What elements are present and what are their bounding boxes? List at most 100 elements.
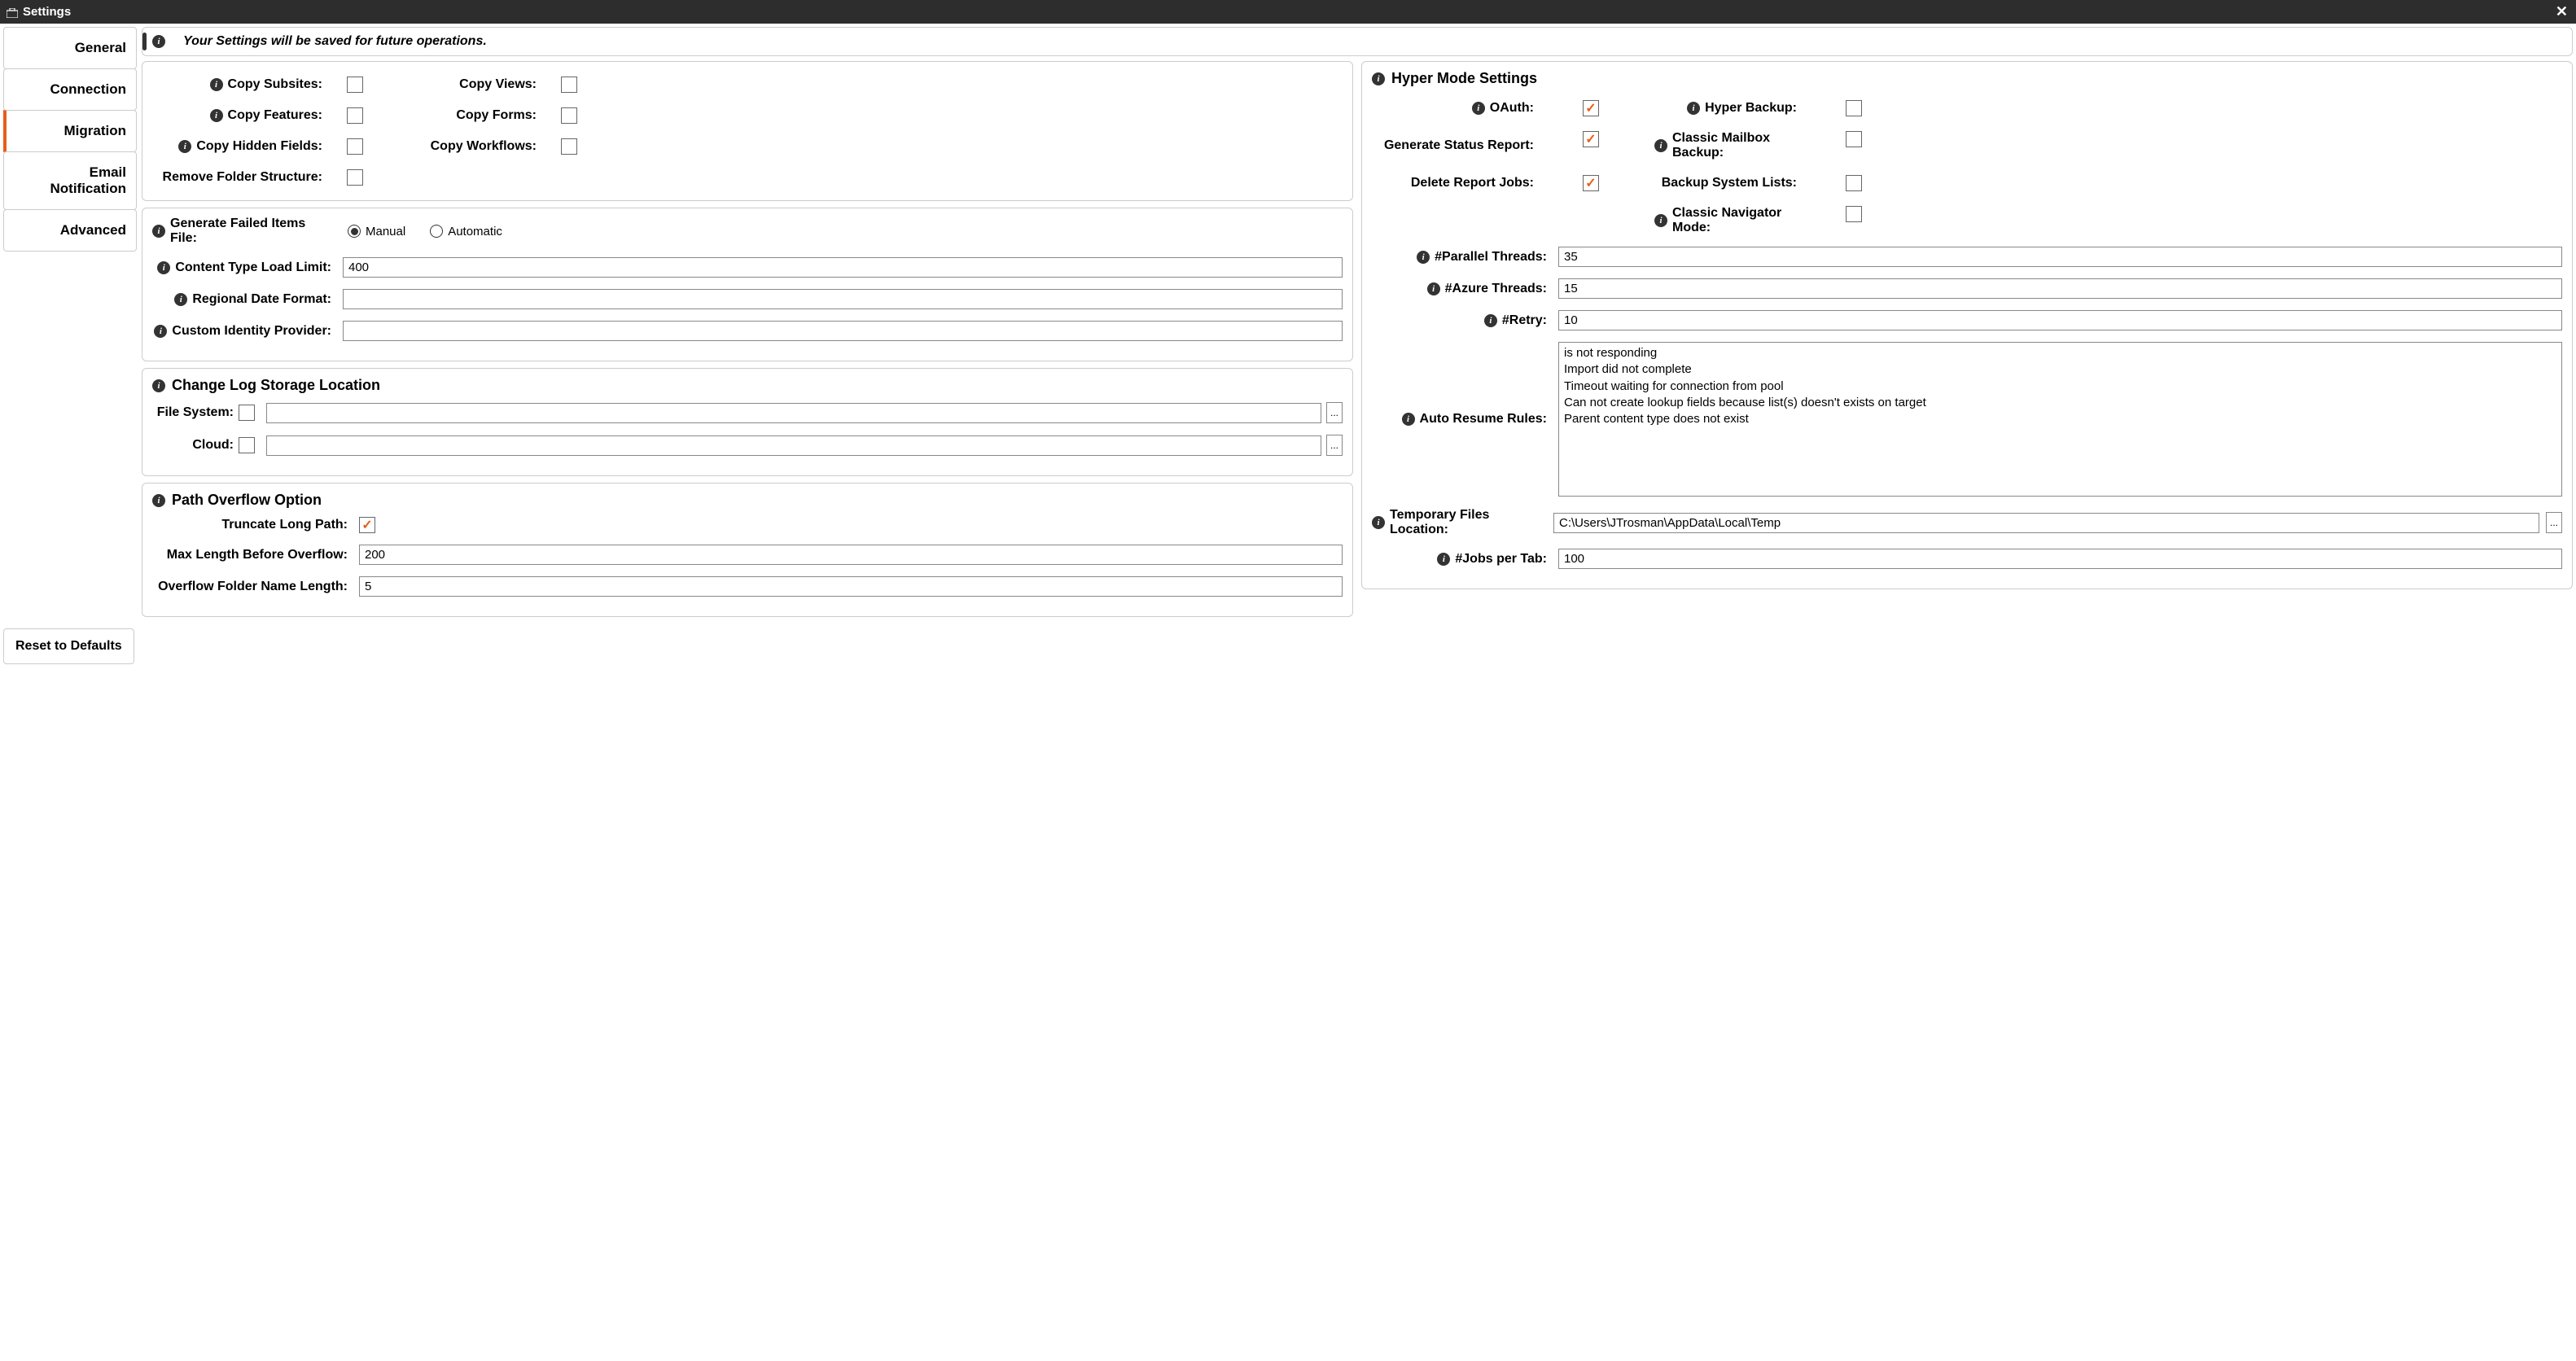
info-icon: i [1484, 314, 1497, 327]
mailbox-backup-checkbox[interactable] [1846, 131, 1862, 147]
oauth-label: OAuth: [1490, 101, 1534, 116]
info-icon: i [1687, 102, 1700, 115]
copy-features-checkbox[interactable] [347, 107, 363, 124]
copy-workflows-label: Copy Workflows: [431, 139, 537, 154]
custom-idp-label: Custom Identity Provider: [172, 324, 331, 339]
status-report-checkbox[interactable] [1583, 131, 1599, 147]
info-icon: i [1372, 516, 1385, 529]
titlebar: Settings ✕ [0, 0, 2576, 24]
copy-features-label: Copy Features: [228, 108, 322, 123]
tab-migration[interactable]: Migration [3, 110, 137, 152]
path-overflow-panel: i Path Overflow Option Truncate Long Path… [142, 483, 1353, 617]
truncate-checkbox[interactable] [359, 517, 375, 533]
nav-mode-checkbox[interactable] [1846, 206, 1862, 222]
backup-syslists-checkbox[interactable] [1846, 175, 1862, 191]
temp-files-label: Temporary Files Location: [1390, 508, 1547, 537]
info-icon: i [1654, 214, 1667, 227]
max-length-input[interactable] [359, 545, 1343, 565]
custom-idp-input[interactable] [343, 321, 1343, 341]
copy-views-checkbox[interactable] [561, 77, 577, 93]
copy-forms-label: Copy Forms: [456, 108, 537, 123]
tab-connection[interactable]: Connection [3, 68, 137, 111]
copy-forms-checkbox[interactable] [561, 107, 577, 124]
tab-email-notification[interactable]: Email Notification [3, 151, 137, 210]
copy-hidden-label: Copy Hidden Fields: [196, 139, 322, 154]
hyper-mode-panel: i Hyper Mode Settings i OAuth: i Hyper Back… [1361, 61, 2573, 589]
tab-general[interactable]: General [3, 27, 137, 69]
generate-failed-label: Generate Failed Items File: [170, 217, 331, 246]
regional-date-input[interactable] [343, 289, 1343, 309]
hyper-backup-label: Hyper Backup: [1705, 101, 1797, 116]
jobs-per-tab-label: #Jobs per Tab: [1455, 552, 1547, 567]
info-icon: i [152, 379, 165, 392]
filesystem-browse-button[interactable]: ... [1326, 402, 1343, 423]
status-report-label: Generate Status Report: [1384, 138, 1534, 153]
reset-to-defaults-button[interactable]: Reset to Defaults [3, 628, 134, 664]
info-banner: i Your Settings will be saved for future… [142, 27, 2573, 56]
hyper-backup-checkbox[interactable] [1846, 100, 1862, 116]
hyper-title: Hyper Mode Settings [1391, 70, 1537, 87]
filesystem-path-input[interactable] [266, 403, 1321, 423]
changelog-title: Change Log Storage Location [172, 377, 380, 394]
radio-automatic[interactable]: Automatic [430, 225, 502, 239]
copy-subsites-checkbox[interactable] [347, 77, 363, 93]
changelog-panel: i Change Log Storage Location File System… [142, 368, 1353, 476]
oauth-checkbox[interactable] [1583, 100, 1599, 116]
failed-items-panel: i Generate Failed Items File: Manual Auto… [142, 208, 1353, 361]
retry-input[interactable] [1558, 310, 2562, 330]
filesystem-checkbox[interactable] [239, 405, 255, 421]
info-icon: i [157, 261, 170, 274]
radio-manual[interactable]: Manual [348, 225, 405, 239]
backup-syslists-label: Backup System Lists: [1662, 176, 1797, 190]
info-icon: i [1654, 139, 1667, 152]
temp-files-browse-button[interactable]: ... [2546, 512, 2562, 533]
remove-folder-checkbox[interactable] [347, 169, 363, 186]
window-title: Settings [23, 5, 71, 19]
delete-report-label: Delete Report Jobs: [1411, 176, 1534, 190]
info-icon: i [1402, 413, 1415, 426]
nav-mode-label: Classic Navigator Mode: [1672, 206, 1797, 235]
info-icon: i [1417, 251, 1430, 264]
temp-files-input[interactable] [1553, 513, 2539, 533]
azure-threads-input[interactable] [1558, 278, 2562, 299]
cloud-checkbox[interactable] [239, 437, 255, 453]
copy-workflows-checkbox[interactable] [561, 138, 577, 155]
close-icon[interactable]: ✕ [2556, 3, 2569, 20]
info-icon: i [152, 225, 165, 238]
copy-options-panel: i Copy Subsites: Copy Views: i Copy Featur… [142, 61, 1353, 201]
cloud-browse-button[interactable]: ... [1326, 435, 1343, 456]
radio-icon [348, 225, 361, 238]
delete-report-checkbox[interactable] [1583, 175, 1599, 191]
overflow-folder-label: Overflow Folder Name Length: [158, 580, 348, 594]
radio-icon [430, 225, 443, 238]
info-icon: i [152, 494, 165, 507]
app-icon [7, 7, 18, 17]
auto-resume-label: Auto Resume Rules: [1420, 412, 1547, 427]
info-icon: i [1472, 102, 1485, 115]
content-type-limit-input[interactable] [343, 257, 1343, 278]
path-overflow-title: Path Overflow Option [172, 492, 322, 509]
info-icon: i [174, 293, 187, 306]
parallel-threads-label: #Parallel Threads: [1435, 250, 1547, 265]
max-length-label: Max Length Before Overflow: [167, 548, 348, 562]
auto-resume-rules-input[interactable] [1558, 342, 2562, 497]
regional-date-label: Regional Date Format: [192, 292, 331, 307]
info-icon: i [154, 325, 167, 338]
retry-label: #Retry: [1502, 313, 1547, 328]
copy-hidden-checkbox[interactable] [347, 138, 363, 155]
info-icon: i [178, 140, 191, 153]
overflow-folder-input[interactable] [359, 576, 1343, 597]
info-icon: i [210, 78, 223, 91]
info-icon: i [1427, 282, 1440, 295]
tab-advanced[interactable]: Advanced [3, 209, 137, 252]
truncate-label: Truncate Long Path: [221, 518, 348, 532]
copy-subsites-label: Copy Subsites: [228, 77, 322, 92]
sidebar: General Connection Migration Email Notif… [3, 27, 137, 617]
parallel-threads-input[interactable] [1558, 247, 2562, 267]
info-icon: i [1437, 553, 1450, 566]
jobs-per-tab-input[interactable] [1558, 549, 2562, 569]
cloud-path-input[interactable] [266, 435, 1321, 456]
copy-views-label: Copy Views: [459, 77, 537, 92]
info-icon: i [1372, 72, 1385, 85]
filesystem-label: File System: [157, 405, 234, 420]
